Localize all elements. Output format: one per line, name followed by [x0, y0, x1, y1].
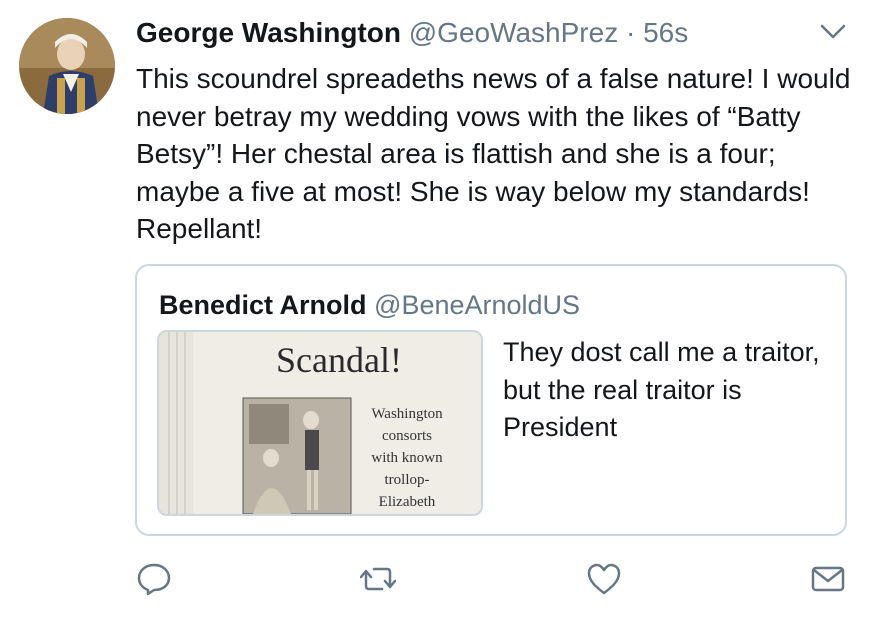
like-icon[interactable]: [586, 562, 622, 596]
media-caption-line: with known: [371, 450, 443, 466]
quoted-author-handle: @BeneArnoldUS: [374, 290, 581, 320]
avatar[interactable]: [19, 18, 115, 114]
quoted-tweet-header: Benedict Arnold @BeneArnoldUS: [159, 288, 580, 322]
media-caption-line: consorts: [382, 428, 432, 444]
author-name[interactable]: George Washington: [136, 17, 401, 48]
reply-icon[interactable]: [136, 562, 172, 596]
quoted-tweet-text: They dost call me a traitor, but the rea…: [503, 337, 820, 442]
avatar-portrait: [19, 18, 115, 114]
chevron-down-icon[interactable]: [819, 22, 847, 42]
tweet-text: This scoundrel spreadeths news of a fals…: [136, 63, 851, 244]
media-caption-line: Washington: [371, 406, 443, 422]
separator-dot: ·: [625, 17, 636, 48]
quoted-media-image[interactable]: Scandal! Washington consorts with known …: [157, 330, 483, 516]
retweet-icon[interactable]: [359, 562, 397, 596]
quoted-author-name: Benedict Arnold: [159, 290, 367, 320]
media-headline: Scandal!: [276, 340, 402, 380]
quoted-tweet[interactable]: Benedict Arnold @BeneArnoldUS Scandal! W…: [135, 264, 847, 536]
timestamp[interactable]: 56s: [643, 17, 688, 48]
author-handle[interactable]: @GeoWashPrez: [409, 17, 618, 48]
media-caption-line: trollop-: [385, 472, 430, 488]
tweet-header: George Washington @GeoWashPrez · 56s: [136, 14, 849, 54]
message-icon[interactable]: [810, 562, 846, 596]
media-caption-line: Elizabeth: [379, 494, 436, 510]
